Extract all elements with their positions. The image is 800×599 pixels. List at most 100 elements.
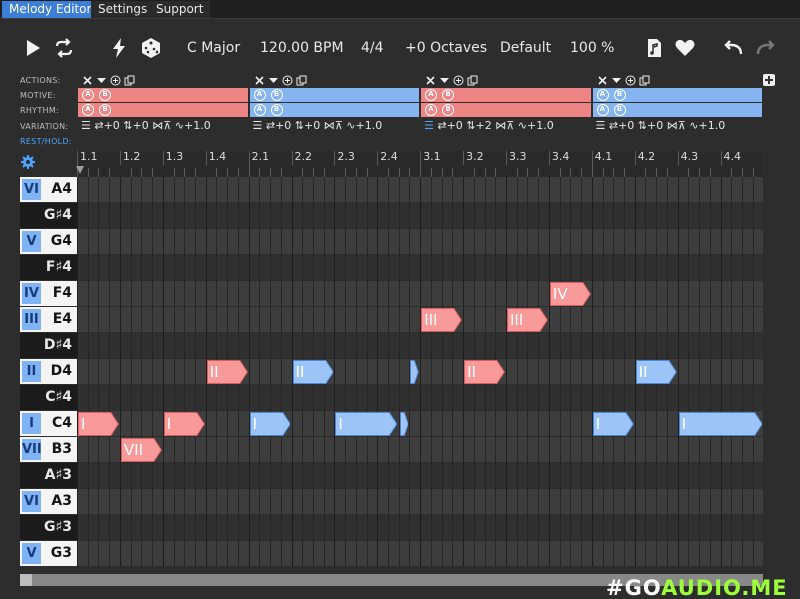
pattern-a-button[interactable]: A — [425, 104, 437, 116]
pattern-a-button[interactable]: A — [596, 104, 609, 116]
piano-key[interactable]: V G4 — [20, 229, 77, 254]
add-icon[interactable] — [453, 75, 464, 86]
piano-key[interactable]: A♯3 — [20, 463, 77, 488]
melody-note[interactable]: IV — [549, 282, 591, 306]
piano-roll-grid[interactable]: I VII I II I II I III II III IV I II I — [77, 177, 763, 567]
melody-note[interactable]: II — [292, 360, 334, 384]
play-icon[interactable] — [22, 37, 44, 59]
piano-key[interactable]: I C4 — [20, 411, 77, 436]
dropdown-icon[interactable] — [96, 75, 107, 86]
piano-key[interactable]: V G3 — [20, 541, 77, 566]
key-selector[interactable]: C Major — [187, 39, 240, 57]
pattern-b-button[interactable]: B — [99, 104, 111, 116]
zoom-level[interactable]: 100 % — [570, 39, 614, 57]
tempo-field[interactable]: 120.00 BPM — [260, 39, 344, 57]
variation-controls[interactable]: ☰ ⇄+0 ⇅+0 ⋈⊼ ∿+1.0 — [81, 119, 211, 132]
add-icon[interactable] — [282, 75, 293, 86]
timeline-ruler[interactable]: 1.1 1.2 1.3 1.4 2.1 2.2 2.3 2.4 3.1 3.2 3.3 3.4 4.1 4… — [77, 151, 763, 177]
copy-icon[interactable] — [124, 75, 135, 86]
list-icon[interactable]: ☰ — [81, 119, 91, 132]
tab-melody-editor[interactable]: Melody Editor — [2, 1, 99, 18]
piano-key[interactable]: VI A4 — [20, 177, 77, 202]
close-icon[interactable] — [597, 75, 608, 86]
variation-controls[interactable]: ☰ ⇄+0 ⇅+0 ⋈⊼ ∿+1.0 — [253, 119, 383, 132]
list-icon[interactable]: ☰ — [424, 119, 434, 132]
melody-note[interactable]: I — [592, 412, 634, 436]
piano-key[interactable]: D♯4 — [20, 333, 77, 358]
pattern-b-button[interactable]: B — [613, 104, 626, 116]
rhythm-bar[interactable]: AB — [249, 103, 419, 117]
redo-icon[interactable] — [755, 37, 777, 59]
variation-controls[interactable]: ☰ ⇄+0 ⇅+0 ⋈⊼ ∿+1.0 — [596, 119, 726, 132]
dice-icon[interactable] — [140, 37, 162, 59]
playhead-marker-icon[interactable] — [76, 166, 84, 174]
melody-note[interactable]: I — [78, 412, 119, 436]
melody-note[interactable]: III — [507, 308, 548, 332]
piano-key[interactable]: VII B3 — [20, 437, 77, 462]
pattern-b-button[interactable]: B — [270, 89, 283, 101]
gear-icon[interactable] — [21, 154, 35, 169]
copy-icon[interactable] — [296, 75, 307, 86]
loop-icon[interactable] — [53, 37, 75, 59]
piano-key[interactable]: II D4 — [20, 359, 77, 384]
pattern-b-button[interactable]: B — [613, 89, 626, 101]
pattern-a-button[interactable]: A — [596, 89, 609, 101]
list-icon[interactable]: ☰ — [596, 119, 606, 132]
close-icon[interactable] — [254, 75, 265, 86]
undo-icon[interactable] — [722, 37, 744, 59]
lightning-icon[interactable] — [108, 37, 130, 59]
melody-note[interactable] — [410, 360, 420, 384]
melody-note[interactable]: II — [206, 360, 248, 384]
scroll-left-button[interactable] — [20, 574, 32, 586]
dropdown-icon[interactable] — [439, 75, 450, 86]
midi-file-icon[interactable] — [643, 37, 665, 59]
octave-selector[interactable]: +0 Octaves — [405, 39, 487, 57]
melody-note[interactable] — [399, 412, 409, 436]
close-icon[interactable] — [425, 75, 436, 86]
melody-note[interactable]: III — [421, 308, 463, 332]
piano-key[interactable]: III E4 — [20, 307, 77, 332]
piano-key[interactable]: G♯3 — [20, 515, 77, 540]
list-icon[interactable]: ☰ — [253, 119, 263, 132]
pattern-b-button[interactable]: B — [270, 104, 283, 116]
heart-icon[interactable] — [674, 37, 696, 59]
pattern-a-button[interactable]: A — [82, 89, 94, 101]
pattern-b-button[interactable]: B — [442, 104, 454, 116]
rhythm-bar[interactable]: AB — [78, 103, 248, 117]
copy-icon[interactable] — [467, 75, 478, 86]
add-icon[interactable] — [110, 75, 121, 86]
piano-key[interactable]: IV F4 — [20, 281, 77, 306]
motive-bar[interactable]: AB — [249, 88, 419, 102]
dropdown-icon[interactable] — [611, 75, 622, 86]
variation-controls[interactable]: ☰ ⇄+0 ⇅+2 ⋈⊼ ∿+1.0 — [424, 119, 554, 132]
piano-key[interactable]: G♯4 — [20, 203, 77, 228]
add-section-button[interactable] — [763, 74, 775, 86]
melody-note[interactable]: VII — [120, 438, 162, 462]
pattern-a-button[interactable]: A — [253, 104, 266, 116]
pattern-a-button[interactable]: A — [253, 89, 266, 101]
close-icon[interactable] — [82, 75, 93, 86]
piano-key[interactable]: C♯4 — [20, 385, 77, 410]
melody-note[interactable]: I — [163, 412, 205, 436]
motive-bar[interactable]: AB — [421, 88, 591, 102]
dropdown-icon[interactable] — [268, 75, 279, 86]
pattern-a-button[interactable]: A — [82, 104, 94, 116]
tab-support[interactable]: Support — [149, 1, 211, 18]
melody-note[interactable]: I — [249, 412, 291, 436]
rhythm-bar[interactable]: AB — [421, 103, 591, 117]
time-signature[interactable]: 4/4 — [361, 39, 384, 57]
rest-hold-label[interactable]: REST/HOLD: — [20, 137, 72, 146]
add-icon[interactable] — [625, 75, 636, 86]
piano-key[interactable]: VI A3 — [20, 489, 77, 514]
melody-note[interactable]: II — [464, 360, 505, 384]
copy-icon[interactable] — [639, 75, 650, 86]
melody-note[interactable]: I — [335, 412, 398, 436]
motive-bar[interactable]: AB — [592, 88, 762, 102]
tab-settings[interactable]: Settings — [91, 1, 155, 18]
melody-note[interactable]: I — [678, 412, 763, 436]
pattern-b-button[interactable]: B — [99, 89, 111, 101]
rhythm-bar[interactable]: AB — [592, 103, 762, 117]
motive-bar[interactable]: AB — [78, 88, 248, 102]
melody-note[interactable]: II — [635, 360, 677, 384]
piano-key[interactable]: F♯4 — [20, 255, 77, 280]
